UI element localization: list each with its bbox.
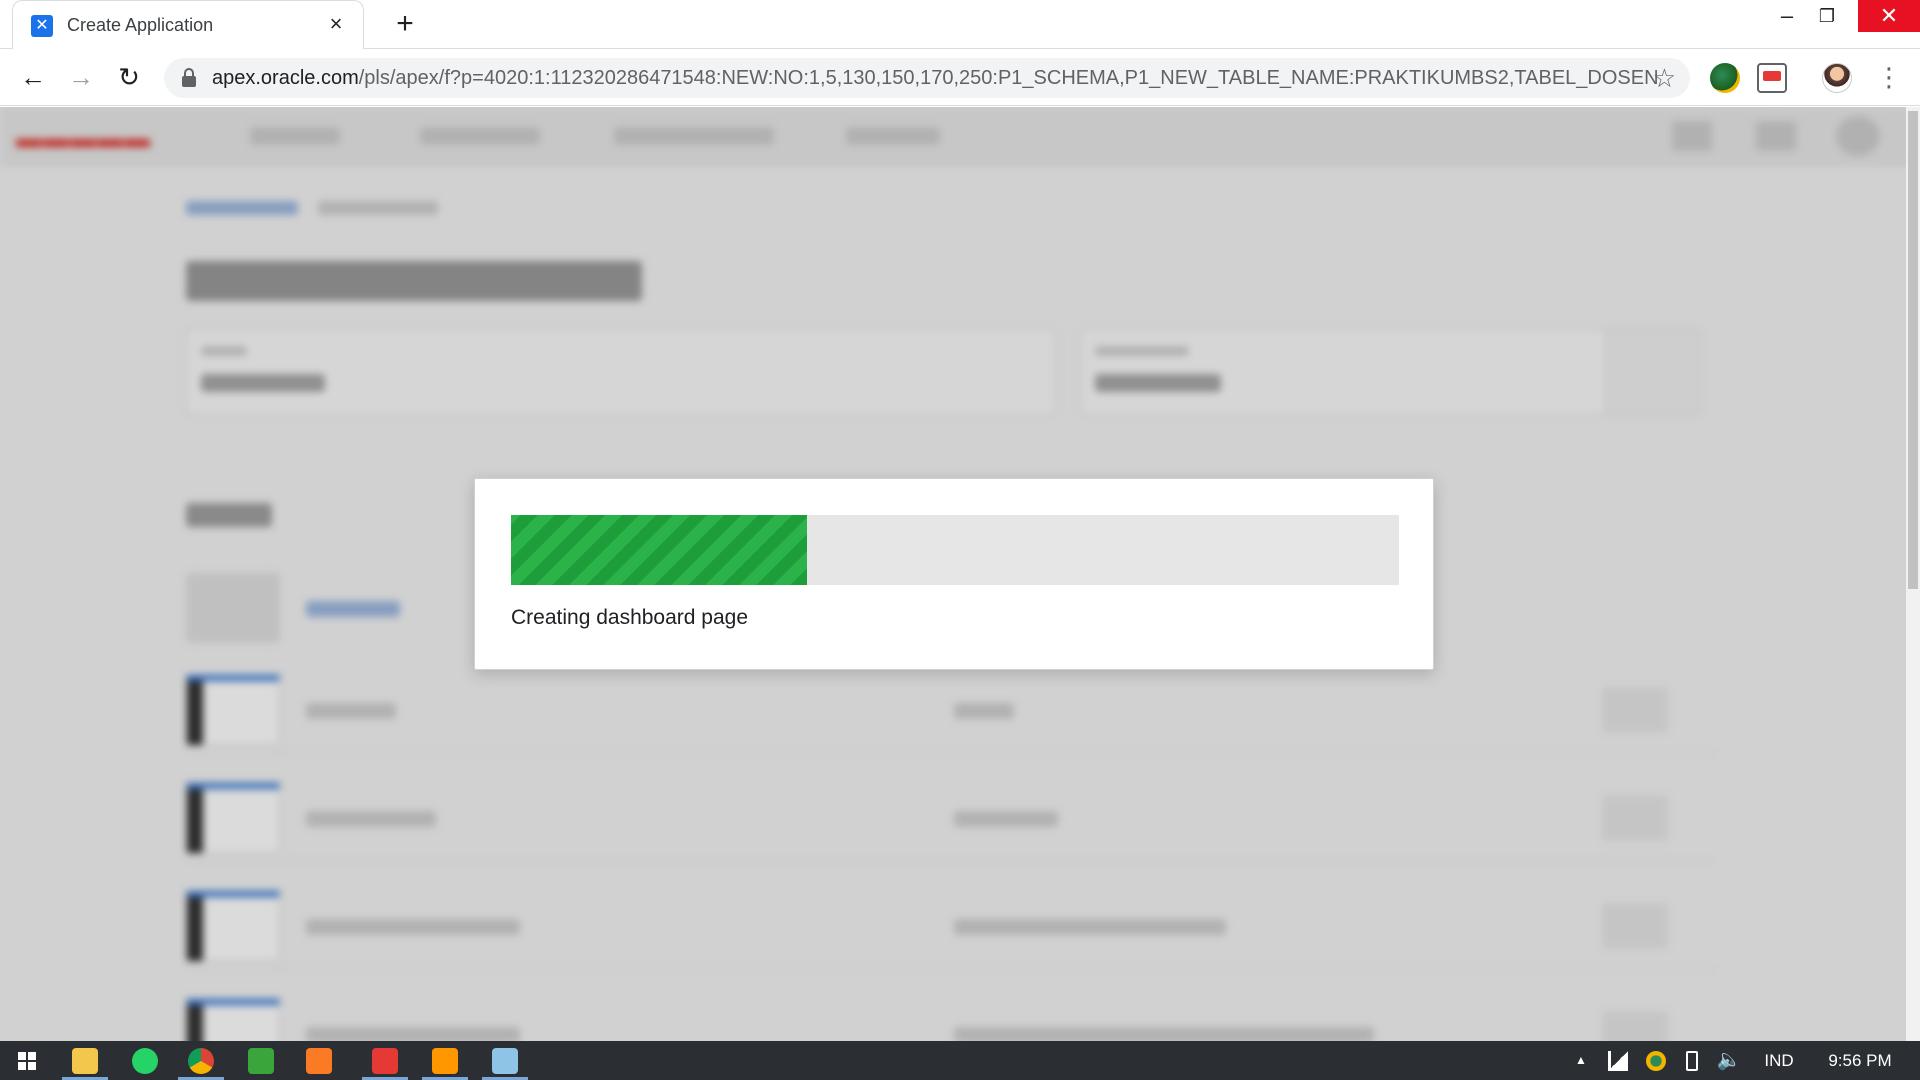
volume-icon[interactable]: 🔈: [1714, 1041, 1744, 1080]
browser-tab-strip: ✕ Create Application × + – ❐ ✕: [0, 0, 1920, 49]
windows-logo-icon: [18, 1052, 36, 1070]
tab-title: Create Application: [67, 15, 214, 35]
forward-arrow-icon[interactable]: →: [64, 61, 98, 95]
page-scrollbar-thumb[interactable]: [1908, 111, 1918, 589]
progress-dialog: Creating dashboard page: [474, 478, 1434, 670]
red-app-icon[interactable]: [358, 1043, 412, 1080]
file-explorer-icon[interactable]: [58, 1043, 112, 1080]
globe-tray-icon[interactable]: [1646, 1051, 1666, 1071]
back-arrow-icon[interactable]: ←: [16, 61, 50, 95]
xampp-icon[interactable]: [292, 1043, 346, 1078]
camtasia-icon[interactable]: [234, 1043, 288, 1078]
tab-close-icon[interactable]: ×: [323, 11, 349, 37]
progress-status-text: Creating dashboard page: [511, 606, 749, 629]
notepad-icon[interactable]: [478, 1043, 532, 1080]
address-bar[interactable]: apex.oracle.com/pls/apex/f?p=4020:1:1123…: [164, 58, 1690, 98]
clock[interactable]: 9:56 PM: [1814, 1041, 1906, 1080]
url-text[interactable]: apex.oracle.com/pls/apex/f?p=4020:1:1123…: [212, 67, 1659, 90]
url-path: /pls/apex/f?p=4020:1:112320286471548:NEW…: [358, 67, 1659, 89]
lock-icon[interactable]: [182, 68, 196, 88]
network-signal-icon[interactable]: [1608, 1051, 1628, 1071]
profile-avatar[interactable]: [1822, 63, 1852, 93]
window-close-button[interactable]: ✕: [1858, 0, 1920, 32]
apex-favicon-icon: ✕: [31, 15, 53, 37]
sublime-text-icon[interactable]: [418, 1043, 472, 1080]
tray-overflow-icon[interactable]: ▲: [1566, 1041, 1596, 1080]
battery-icon[interactable]: [1686, 1051, 1698, 1071]
whatsapp-icon[interactable]: [118, 1043, 172, 1078]
cast-extension-icon[interactable]: [1757, 63, 1787, 93]
window-maximize-button[interactable]: ❐: [1804, 0, 1850, 32]
start-button[interactable]: [0, 1041, 54, 1080]
chrome-icon[interactable]: [174, 1043, 228, 1080]
language-indicator[interactable]: IND: [1756, 1041, 1802, 1080]
url-host: apex.oracle.com: [212, 67, 359, 89]
browser-toolbar: ← → ↻ apex.oracle.com/pls/apex/f?p=4020:…: [0, 49, 1920, 106]
windows-taskbar: ▲ 🔈 IND 9:56 PM: [0, 1041, 1920, 1080]
browser-tab-active[interactable]: ✕ Create Application ×: [12, 0, 364, 49]
bookmark-star-icon[interactable]: ☆: [1653, 64, 1676, 92]
globe-extension-icon[interactable]: [1710, 63, 1740, 93]
reload-icon[interactable]: ↻: [112, 61, 146, 95]
progress-bar-fill: [511, 515, 807, 585]
progress-bar: [511, 515, 1399, 585]
browser-menu-icon[interactable]: ⋮: [1876, 61, 1902, 93]
new-tab-button[interactable]: +: [390, 9, 420, 40]
